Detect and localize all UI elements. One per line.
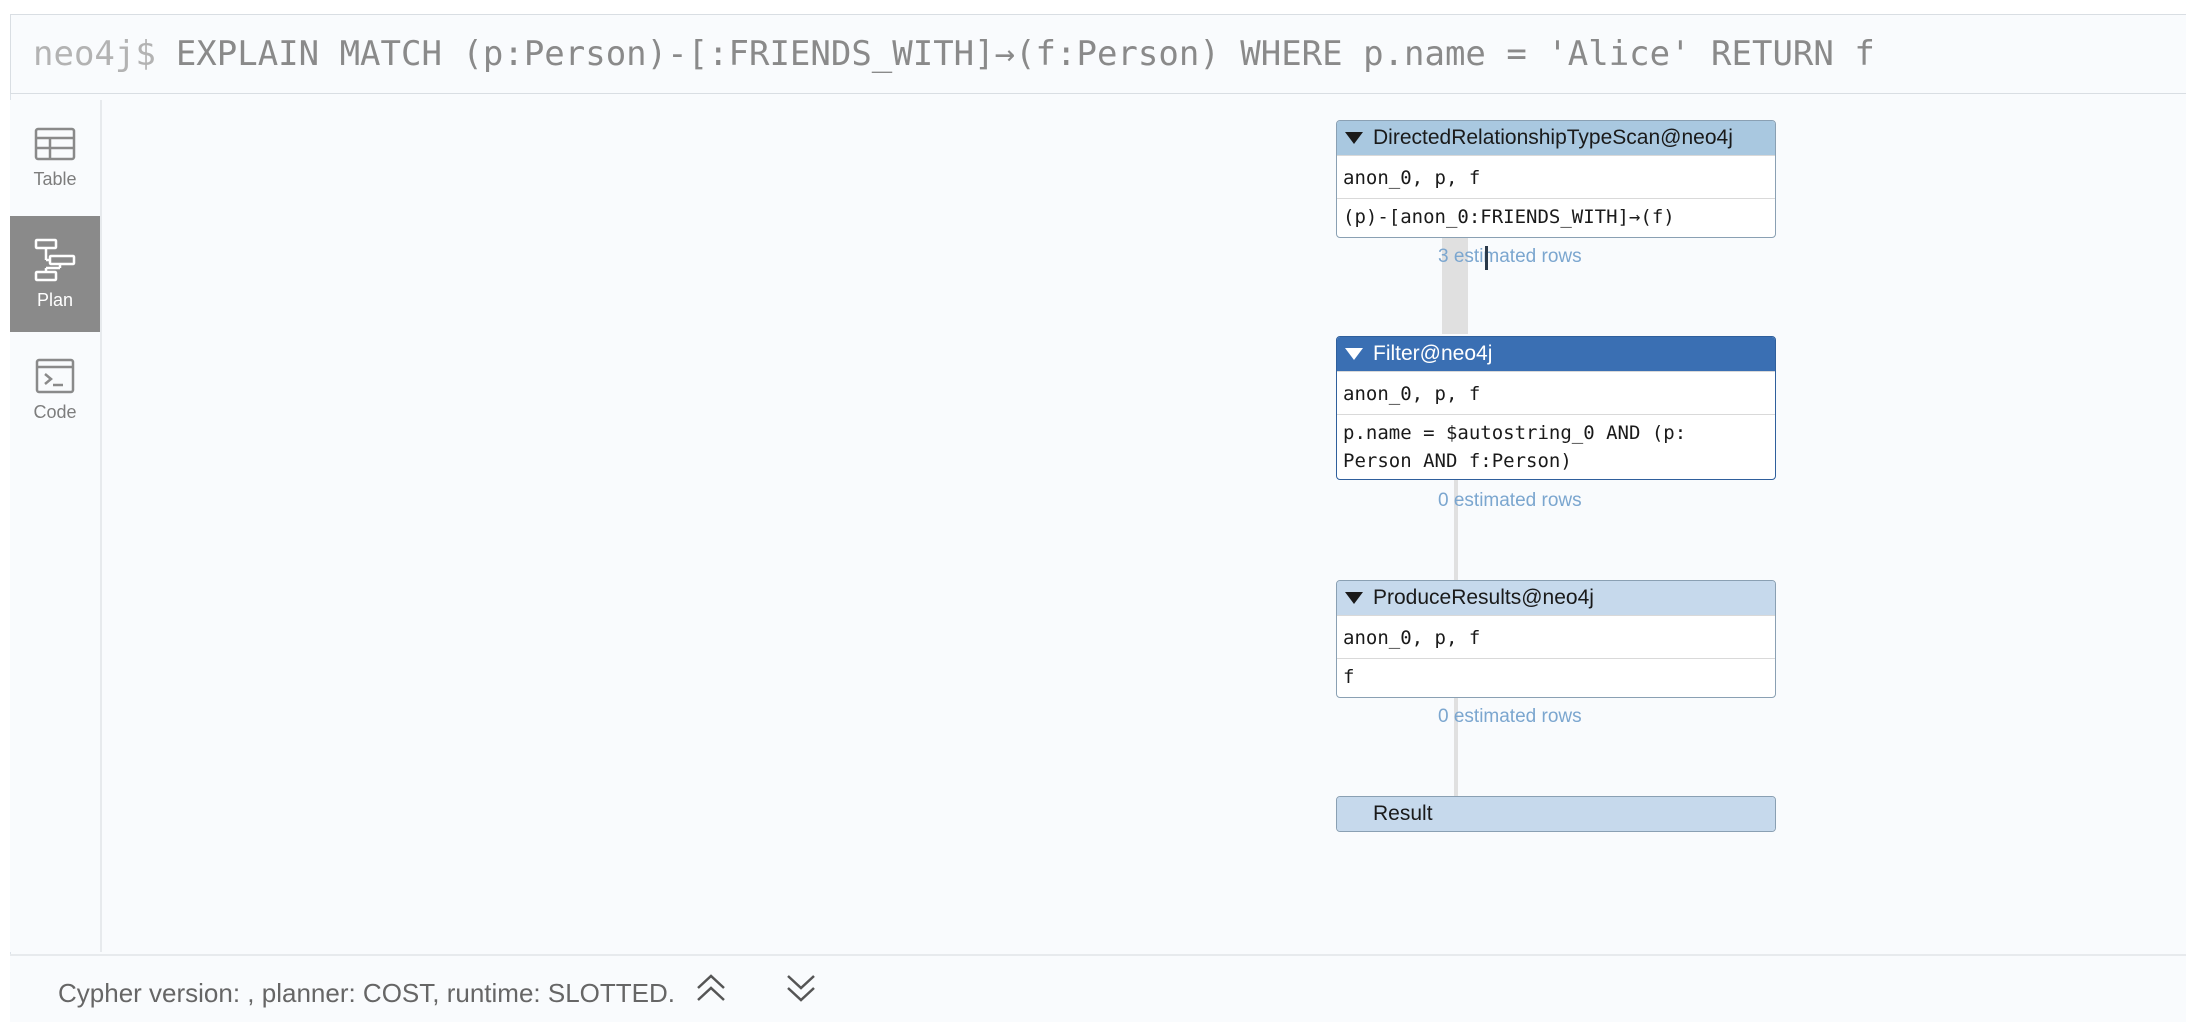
sidebar-item-label: Table xyxy=(33,168,77,189)
operator-title: Filter@neo4j xyxy=(1373,342,1493,365)
operator-title: DirectedRelationshipTypeScan@neo4j xyxy=(1373,126,1733,149)
plan-operator-scan[interactable]: DirectedRelationshipTypeScan@neo4j anon_… xyxy=(1336,120,1776,238)
operator-header: Result xyxy=(1337,797,1775,831)
chevron-double-up-icon[interactable] xyxy=(694,972,728,1009)
query-text: EXPLAIN MATCH (p:Person)-[:FRIENDS_WITH]… xyxy=(175,34,1875,74)
operator-details: f xyxy=(1337,658,1775,697)
cypher-info: Cypher version: , planner: COST, runtime… xyxy=(58,978,675,1008)
operator-details: p.name = $autostring_0 AND (p: Person AN… xyxy=(1337,414,1775,479)
collapse-triangle-icon[interactable] xyxy=(1345,592,1363,604)
sidebar-item-code[interactable]: Code xyxy=(10,332,100,448)
collapse-triangle-icon[interactable] xyxy=(1345,132,1363,144)
operator-title: ProduceResults@neo4j xyxy=(1373,586,1594,609)
operator-details-line: p.name = $autostring_0 AND (p: xyxy=(1343,422,1687,444)
view-sidebar: Table Plan Code xyxy=(10,100,102,952)
query-bar[interactable]: neo4j$ EXPLAIN MATCH (p:Person)-[:FRIENDS… xyxy=(10,14,2186,94)
text-cursor xyxy=(1485,246,1488,270)
operator-variables: anon_0, p, f xyxy=(1337,155,1775,198)
plan-icon xyxy=(34,238,76,281)
code-icon xyxy=(35,358,75,393)
plan-footer: Cypher version: , planner: COST, runtime… xyxy=(10,954,2186,1022)
sidebar-item-table[interactable]: Table xyxy=(10,100,100,216)
sidebar-item-label: Code xyxy=(33,401,77,422)
operator-header[interactable]: DirectedRelationshipTypeScan@neo4j xyxy=(1337,121,1775,155)
operator-details-line: Person AND f:Person) xyxy=(1343,450,1572,472)
table-icon xyxy=(34,127,76,160)
plan-operator-result[interactable]: Result xyxy=(1336,796,1776,832)
operator-variables: anon_0, p, f xyxy=(1337,615,1775,658)
plan-canvas[interactable]: DirectedRelationshipTypeScan@neo4j anon_… xyxy=(102,100,2186,952)
estimated-rows: 3 estimated rows xyxy=(1438,246,1582,267)
operator-title: Result xyxy=(1373,802,1433,825)
plan-operator-produce-results[interactable]: ProduceResults@neo4j anon_0, p, f f xyxy=(1336,580,1776,698)
operator-details: (p)-[anon_0:FRIENDS_WITH]→(f) xyxy=(1337,198,1775,237)
collapse-triangle-icon[interactable] xyxy=(1345,348,1363,360)
chevron-double-down-icon[interactable] xyxy=(784,972,818,1009)
operator-header[interactable]: ProduceResults@neo4j xyxy=(1337,581,1775,615)
sidebar-item-plan[interactable]: Plan xyxy=(10,216,100,332)
estimated-rows: 0 estimated rows xyxy=(1438,706,1582,727)
plan-operator-filter[interactable]: Filter@neo4j anon_0, p, f p.name = $auto… xyxy=(1336,336,1776,480)
operator-header[interactable]: Filter@neo4j xyxy=(1337,337,1775,371)
estimated-rows: 0 estimated rows xyxy=(1438,490,1582,511)
operator-variables: anon_0, p, f xyxy=(1337,371,1775,414)
sidebar-item-label: Plan xyxy=(36,289,74,310)
query-prompt: neo4j$ xyxy=(33,34,156,74)
